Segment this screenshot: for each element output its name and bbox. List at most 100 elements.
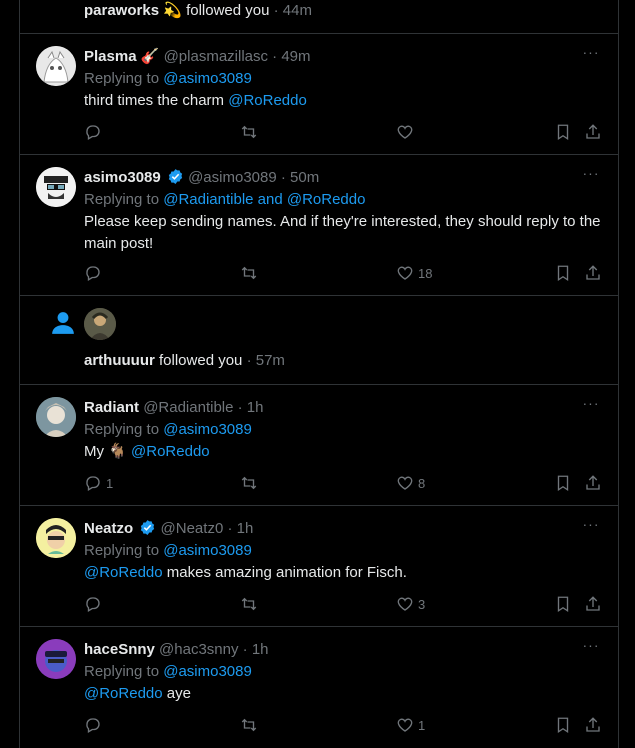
- author-name[interactable]: haceSnny: [84, 641, 155, 658]
- like-button[interactable]: 18: [396, 263, 432, 283]
- replying-to-link[interactable]: @asimo3089: [163, 421, 252, 438]
- follow-text: followed you: [186, 2, 270, 19]
- action-bar: [84, 122, 602, 142]
- repost-button[interactable]: [240, 263, 258, 283]
- replying-to-label: Replying to: [84, 542, 160, 559]
- follower-name[interactable]: arthuuuur: [84, 352, 155, 369]
- more-options-icon[interactable]: ···: [582, 166, 600, 186]
- follower-name[interactable]: paraworks: [84, 2, 159, 19]
- share-button[interactable]: [584, 715, 602, 735]
- reply-icon: [86, 476, 100, 491]
- post-text: @RoReddo makes amazing animation for Fis…: [84, 562, 602, 584]
- more-options-icon[interactable]: ···: [582, 517, 600, 537]
- avatar[interactable]: [36, 397, 76, 437]
- post-text-body: My: [84, 443, 104, 460]
- post-time[interactable]: · 49m: [272, 48, 310, 65]
- avatar[interactable]: [36, 518, 76, 558]
- bookmark-button[interactable]: [554, 473, 572, 493]
- reply-button[interactable]: [84, 594, 106, 614]
- bookmark-button[interactable]: [554, 263, 572, 283]
- share-icon: [586, 596, 600, 611]
- bookmark-button[interactable]: [554, 122, 572, 142]
- repost-button[interactable]: [240, 594, 258, 614]
- reply-notification[interactable]: Plasma 🎸 @plasmazillasc · 49m Replying t…: [20, 34, 618, 155]
- author-name[interactable]: Neatzo: [84, 520, 133, 537]
- more-options-icon[interactable]: ···: [582, 396, 600, 416]
- replying-to-link[interactable]: @Radiantible and @RoReddo: [163, 191, 365, 208]
- share-button[interactable]: [584, 263, 602, 283]
- verified-badge-icon: [141, 520, 155, 535]
- author-handle[interactable]: @Radiantible: [143, 399, 233, 416]
- post-text: third times the charm @RoReddo: [84, 90, 602, 112]
- author-handle[interactable]: @hac3snny: [159, 641, 238, 658]
- post-time[interactable]: · 1h: [243, 641, 269, 658]
- share-button[interactable]: [584, 594, 602, 614]
- mention-link[interactable]: @RoReddo: [84, 685, 163, 702]
- reply-button[interactable]: [84, 263, 106, 283]
- bookmark-button[interactable]: [554, 594, 572, 614]
- avatar[interactable]: [36, 46, 76, 86]
- share-button[interactable]: [584, 122, 602, 142]
- mention-link[interactable]: @RoReddo: [84, 564, 163, 581]
- mention-link[interactable]: @RoReddo: [228, 92, 307, 109]
- like-button[interactable]: [396, 122, 418, 142]
- person-icon: [52, 312, 74, 334]
- author-handle[interactable]: @plasmazillasc: [164, 48, 268, 65]
- share-icon: [586, 717, 600, 732]
- replying-to-link[interactable]: @asimo3089: [163, 542, 252, 559]
- post-text: Please keep sending names. And if they'r…: [84, 213, 601, 252]
- reply-button[interactable]: [84, 122, 106, 142]
- bookmark-icon: [557, 717, 569, 734]
- replying-to-label: Replying to: [84, 191, 160, 208]
- follow-notification[interactable]: paraworks 💫 followed you · 44m: [20, 0, 618, 34]
- replying-to-label: Replying to: [84, 663, 160, 680]
- author-handle[interactable]: @Neatz0: [161, 520, 224, 537]
- bookmark-icon: [557, 596, 569, 613]
- like-button[interactable]: 1: [396, 715, 425, 735]
- follower-avatar[interactable]: [84, 308, 116, 340]
- post-time[interactable]: · 50m: [281, 169, 319, 186]
- reply-notification[interactable]: asimo3089 @asimo3089 · 50m Replying to @…: [20, 155, 618, 296]
- mention-link[interactable]: @RoReddo: [131, 443, 210, 460]
- like-count: 8: [418, 475, 426, 491]
- post-time[interactable]: · 1h: [238, 399, 264, 416]
- reply-button[interactable]: 1: [84, 473, 113, 493]
- replying-to-link[interactable]: @asimo3089: [163, 70, 252, 87]
- post-header: Neatzo @Neatz0 · 1h: [84, 518, 602, 540]
- heart-icon: [397, 125, 413, 139]
- action-bar: 1 8: [84, 473, 602, 493]
- post-time[interactable]: · 1h: [227, 520, 253, 537]
- heart-icon: [397, 718, 413, 732]
- author-name[interactable]: Radiant: [84, 399, 139, 416]
- reply-notification[interactable]: Neatzo @Neatz0 · 1h Replying to @asimo30…: [20, 506, 618, 627]
- like-button[interactable]: 8: [396, 473, 425, 493]
- bookmark-button[interactable]: [554, 715, 572, 735]
- notifications-feed: paraworks 💫 followed you · 44m Plasma 🎸 …: [19, 0, 619, 748]
- repost-icon: [241, 597, 257, 611]
- more-options-icon[interactable]: ···: [582, 638, 600, 658]
- repost-button[interactable]: [240, 122, 258, 142]
- author-name[interactable]: Plasma: [84, 48, 137, 65]
- post-text: @RoReddo aye: [84, 683, 602, 705]
- share-button[interactable]: [584, 473, 602, 493]
- like-button[interactable]: 3: [396, 594, 425, 614]
- follow-time: · 44m: [273, 2, 312, 19]
- post-text-body: makes amazing animation for Fisch.: [166, 564, 407, 581]
- author-handle[interactable]: @asimo3089: [188, 169, 277, 186]
- verified-badge-icon: [168, 169, 183, 184]
- repost-button[interactable]: [240, 715, 258, 735]
- avatar[interactable]: [36, 639, 76, 679]
- reply-notification[interactable]: haceSnny @hac3snny · 1h Replying to @asi…: [20, 627, 618, 748]
- post-text-body: third times the charm: [84, 92, 225, 109]
- avatar[interactable]: [36, 167, 76, 207]
- guitar-emoji: 🎸: [140, 48, 160, 65]
- author-name[interactable]: asimo3089: [84, 169, 161, 186]
- repost-icon: [241, 266, 257, 280]
- share-icon: [586, 475, 600, 490]
- replying-to-link[interactable]: @asimo3089: [163, 663, 252, 680]
- more-options-icon[interactable]: ···: [582, 45, 600, 65]
- reply-notification[interactable]: Radiant @Radiantible · 1h Replying to @a…: [20, 385, 618, 506]
- reply-button[interactable]: [84, 715, 106, 735]
- repost-button[interactable]: [240, 473, 258, 493]
- follow-notification[interactable]: arthuuuur followed you · 57m: [20, 296, 618, 385]
